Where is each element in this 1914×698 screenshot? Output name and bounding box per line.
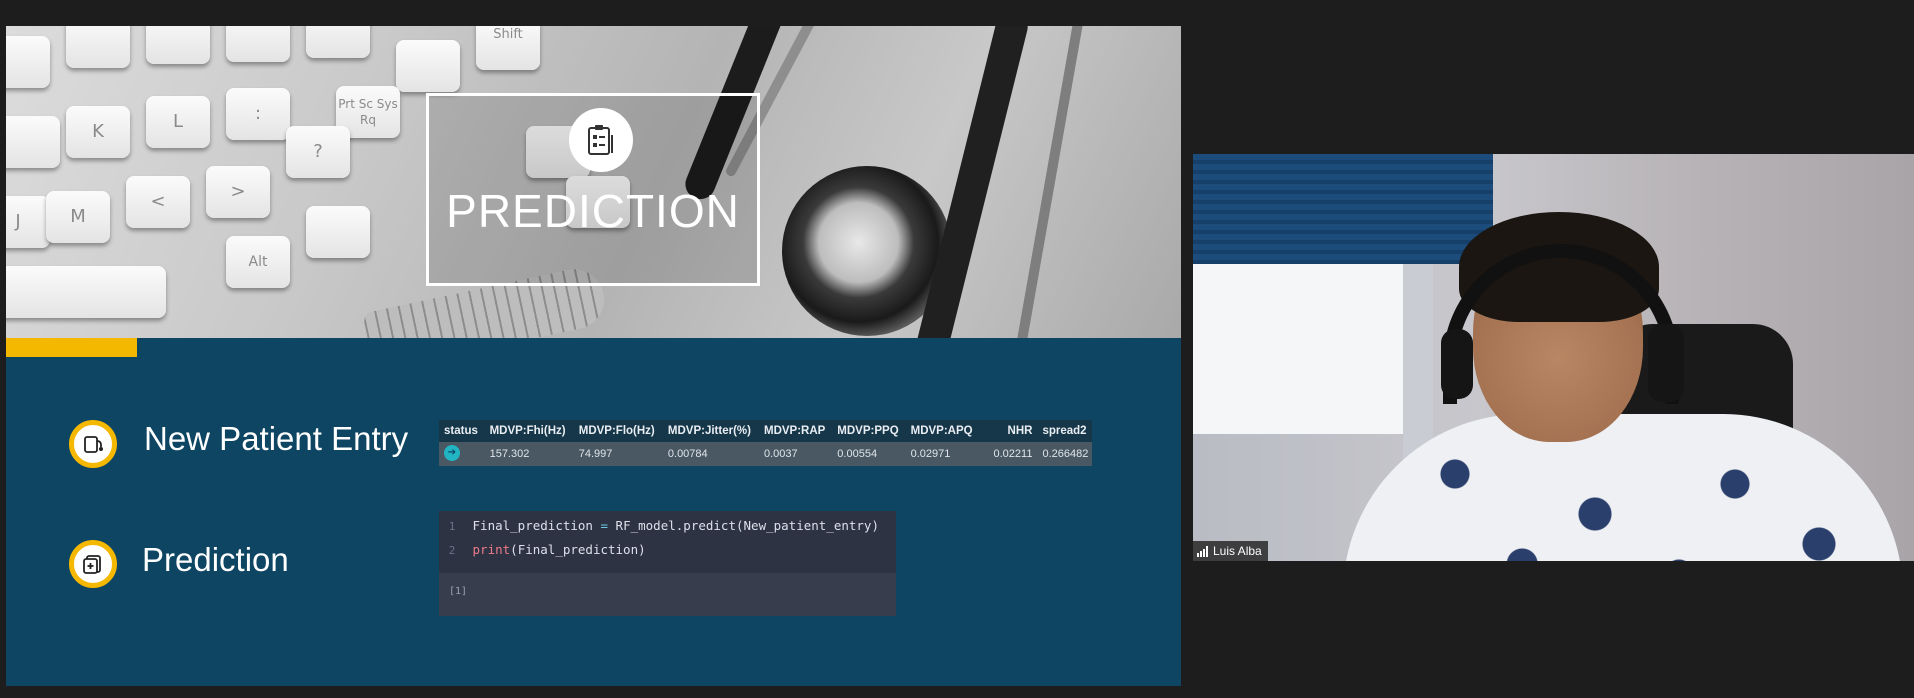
table-header-cell: MDVP:RAP	[763, 425, 826, 437]
table-cell: 0.02211	[993, 448, 1033, 460]
code-cell[interactable]: 1 Final_prediction = RF_model.predict(Ne…	[439, 511, 896, 616]
window	[1193, 264, 1403, 434]
keyboard-key	[146, 26, 210, 64]
keyboard-key	[6, 36, 50, 88]
stethoscope-tube	[1014, 26, 1088, 338]
headphone-earcup	[1648, 324, 1684, 402]
table-cell: 74.997	[578, 448, 613, 460]
line-number: 2	[448, 544, 456, 557]
window-blind	[1193, 154, 1493, 264]
line-number: 1	[448, 520, 456, 533]
keyboard-spacebar	[6, 266, 166, 318]
table-cell: 0.02971	[910, 448, 951, 460]
bullet-new-patient-entry: New Patient Entry	[144, 420, 409, 457]
table-cell: 0.0037	[763, 448, 798, 460]
table-header-cell: MDVP:Flo(Hz)	[578, 425, 655, 437]
slide-title: PREDICTION	[446, 185, 740, 237]
keyboard-key-shift: Shift	[476, 26, 540, 70]
code-text: print(Final_prediction)	[472, 542, 646, 557]
code-output-area: [1]	[439, 573, 896, 616]
output-label: [1]	[449, 586, 468, 597]
keyboard-key	[306, 206, 370, 258]
medical-report-icon	[69, 540, 117, 588]
table-row: ➔ 157.302 74.997 0.00784 0.0037 0.00554 …	[439, 442, 1092, 466]
code-line: 2 print(Final_prediction)	[439, 539, 646, 561]
stethoscope-tube	[912, 26, 1032, 338]
clipboard-stethoscope-icon	[69, 420, 117, 468]
participant-video[interactable]: Luis Alba	[1193, 154, 1914, 561]
headphone-earcup	[1441, 329, 1473, 399]
keyboard-key	[396, 40, 460, 92]
table-header-cell: MDVP:PPQ	[837, 425, 899, 437]
table-header-cell: MDVP:Fhi(Hz)	[489, 425, 566, 437]
window-frame	[1403, 264, 1433, 464]
table-cell: 0.00554	[837, 448, 878, 460]
participant-name-tag: Luis Alba	[1193, 541, 1268, 561]
keyboard-key-greater: >	[206, 166, 270, 218]
status-indicator-icon[interactable]: ➔	[444, 445, 460, 462]
hero-photo: Shift K L : Prt Sc Sys Rq J M < > ? Alt	[6, 26, 1181, 338]
presentation-slide: Shift K L : Prt Sc Sys Rq J M < > ? Alt	[6, 26, 1181, 686]
keyboard-key-alt: Alt	[226, 236, 290, 288]
signal-strength-icon	[1197, 545, 1209, 557]
keyboard-key	[6, 116, 60, 168]
keyboard-key	[306, 26, 370, 58]
table-header-cell: NHR	[1007, 425, 1033, 437]
table-header-cell: status	[444, 425, 478, 437]
table-cell: 157.302	[489, 448, 530, 460]
keyboard-key-k: K	[66, 106, 130, 158]
keyboard-key-j: J	[6, 196, 50, 248]
keyboard-key	[66, 26, 130, 68]
keyboard-key-question: ?	[286, 126, 350, 178]
patient-data-table: status MDVP:Fhi(Hz) MDVP:Flo(Hz) MDVP:Ji…	[439, 420, 1092, 466]
slide-title-box: PREDICTION	[426, 93, 760, 286]
keyboard-key-colon: :	[226, 88, 290, 140]
table-cell: 0.00784	[667, 448, 708, 460]
keyboard-key-less: <	[126, 176, 190, 228]
medical-report-icon	[569, 108, 633, 172]
code-text: Final_prediction = RF_model.predict(New_…	[472, 518, 879, 533]
keyboard-key	[226, 26, 290, 62]
code-line: 1 Final_prediction = RF_model.predict(Ne…	[439, 515, 879, 537]
keyboard-key-l: L	[146, 96, 210, 148]
table-cell: 0.266482	[1042, 448, 1089, 460]
table-header-cell: MDVP:Jitter(%)	[667, 425, 751, 437]
table-header-row: status MDVP:Fhi(Hz) MDVP:Flo(Hz) MDVP:Ji…	[439, 420, 1092, 442]
table-cell-status: ➔	[439, 442, 490, 466]
accent-bar	[6, 338, 137, 357]
keyboard-key-m: M	[46, 191, 110, 243]
table-header-cell: spread2	[1042, 425, 1087, 437]
participant-name: Luis Alba	[1213, 544, 1262, 558]
bullet-prediction: Prediction	[142, 541, 289, 578]
table-header-cell: MDVP:APQ	[910, 425, 973, 437]
